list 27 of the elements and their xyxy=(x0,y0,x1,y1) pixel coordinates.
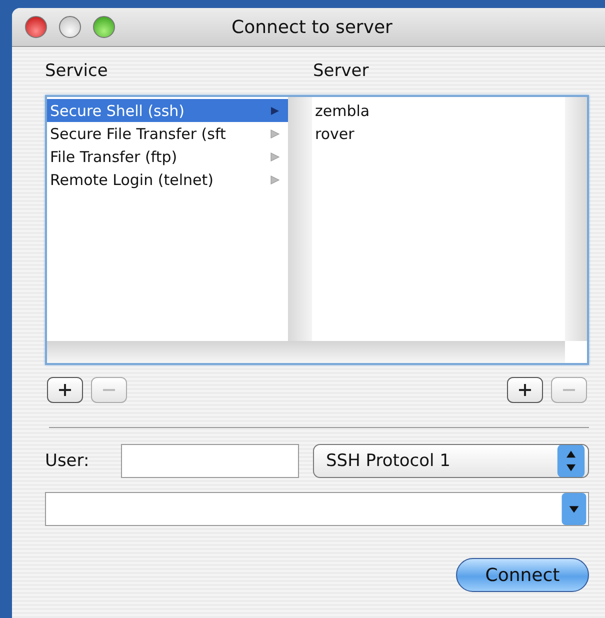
service-item[interactable]: File Transfer (ftp) xyxy=(47,145,288,168)
triangle-icon xyxy=(270,106,280,116)
service-item[interactable]: Remote Login (telnet) xyxy=(47,168,288,191)
close-button[interactable] xyxy=(25,16,47,38)
user-label: User: xyxy=(45,451,90,471)
server-item[interactable]: rover xyxy=(312,122,565,145)
service-item[interactable]: Secure File Transfer (sft xyxy=(47,122,288,145)
window-title: Connect to server xyxy=(232,16,392,38)
server-item[interactable]: zembla xyxy=(312,99,565,122)
column-heading: Server xyxy=(313,61,369,81)
column-heading: Service xyxy=(45,61,109,81)
plus-icon xyxy=(519,384,531,396)
user-field[interactable] xyxy=(121,444,299,478)
zoom-button[interactable] xyxy=(93,16,115,38)
vertical-scrollbar[interactable] xyxy=(565,97,587,341)
service-item[interactable]: Secure Shell (ssh) xyxy=(47,99,288,122)
connect-button[interactable]: Connect xyxy=(456,558,589,592)
triangle-icon xyxy=(270,174,280,184)
triangle-icon xyxy=(270,152,280,162)
add-button[interactable] xyxy=(507,377,543,403)
horizontal-scrollbar[interactable] xyxy=(47,341,565,363)
host-combo-box[interactable] xyxy=(45,492,589,526)
plus-icon xyxy=(59,384,71,396)
minimize-button[interactable] xyxy=(59,16,81,38)
protocol-popup[interactable]: SSH Protocol 1 xyxy=(313,444,589,478)
triangle-icon xyxy=(270,128,280,138)
add-button[interactable] xyxy=(47,377,83,403)
